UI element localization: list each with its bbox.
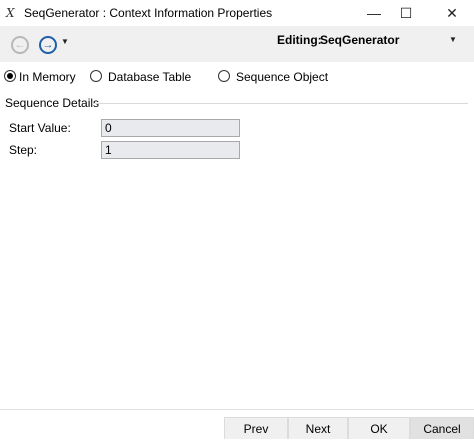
window-title: SeqGenerator : Context Information Prope… <box>24 6 273 20</box>
group-divider <box>92 103 468 104</box>
editing-dropdown-icon[interactable]: ▼ <box>449 35 457 44</box>
cancel-button[interactable]: Cancel <box>410 417 474 439</box>
toolbar: ← → ▼ Editing: SeqGenerator ▼ <box>0 26 474 62</box>
step-field[interactable]: 1 <box>101 141 240 159</box>
start-value-field[interactable]: 0 <box>101 119 240 137</box>
step-label: Step: <box>9 143 38 157</box>
prev-button[interactable]: Prev <box>224 417 288 439</box>
title-bar: 𝑋 SeqGenerator : Context Information Pro… <box>0 0 474 26</box>
maximize-button[interactable]: ☐ <box>386 0 426 26</box>
radio-label: In Memory <box>19 70 76 84</box>
back-arrow-icon[interactable]: ← <box>11 36 29 54</box>
radio-button[interactable] <box>218 70 230 82</box>
group-title: Sequence Details <box>5 96 100 110</box>
radio-button[interactable] <box>90 70 102 82</box>
editing-label: Editing: <box>277 33 322 47</box>
next-button[interactable]: Next <box>288 417 348 439</box>
start-value-label: Start Value: <box>9 121 71 135</box>
chevron-down-icon[interactable]: ▼ <box>61 37 69 46</box>
close-button[interactable]: ✕ <box>432 0 472 26</box>
footer-divider <box>0 409 474 410</box>
radio-label: Database Table <box>108 70 192 84</box>
ok-button[interactable]: OK <box>348 417 410 439</box>
app-icon: 𝑋 <box>6 6 15 20</box>
forward-arrow-icon[interactable]: → <box>39 36 57 54</box>
editing-select[interactable]: SeqGenerator <box>320 33 399 47</box>
radio-label: Sequence Object <box>236 70 329 84</box>
radio-button[interactable] <box>4 70 16 82</box>
